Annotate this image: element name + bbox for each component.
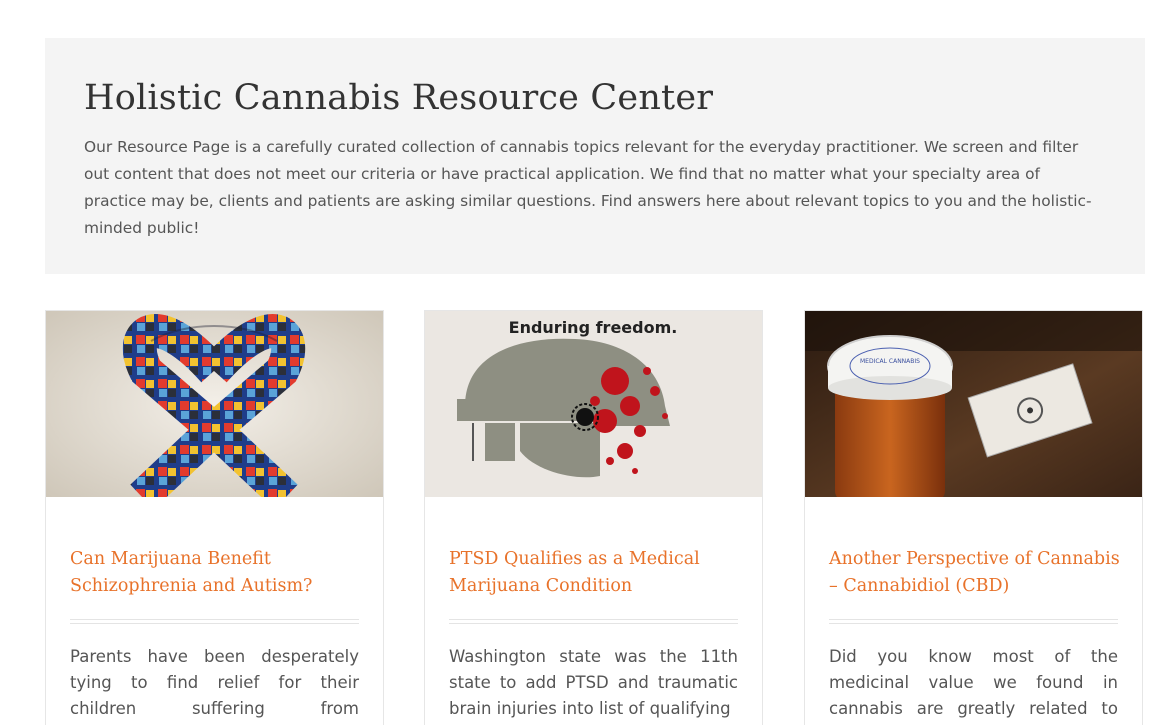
article-card[interactable]: Can Marijuana Benefit Schizophrenia and … — [45, 310, 384, 725]
article-image-soldier-helmet[interactable]: Enduring freedom. — [425, 311, 762, 497]
hero-banner: Holistic Cannabis Resource Center Our Re… — [45, 38, 1145, 274]
article-excerpt: Did you know most of the medicinal value… — [829, 647, 1118, 718]
article-card[interactable]: Enduring freedom. PTSD Qualifies as a Me… — [424, 310, 763, 725]
divider — [70, 619, 359, 624]
poster-caption-text: Enduring freedom. — [509, 318, 678, 337]
article-image-autism-ribbon[interactable] — [46, 311, 383, 497]
divider — [829, 619, 1118, 624]
article-card[interactable]: MEDICAL CANNABIS Another Perspective of … — [804, 310, 1143, 725]
article-excerpt: Parents have been desperately tying to f… — [70, 647, 359, 718]
article-title[interactable]: Can Marijuana Benefit Schizophrenia and … — [70, 546, 370, 600]
article-image-pill-bottle[interactable]: MEDICAL CANNABIS — [805, 311, 1142, 497]
article-title[interactable]: PTSD Qualifies as a Medical Marijuana Co… — [449, 546, 749, 600]
lid-text: MEDICAL CANNABIS — [860, 358, 920, 365]
article-title[interactable]: Another Perspective of Cannabis – Cannab… — [829, 546, 1129, 600]
page-title: Holistic Cannabis Resource Center — [84, 78, 714, 118]
article-excerpt: Washington state was the 11th state to a… — [449, 647, 738, 718]
divider — [449, 619, 738, 624]
hero-description: Our Resource Page is a carefully curated… — [84, 138, 1092, 237]
